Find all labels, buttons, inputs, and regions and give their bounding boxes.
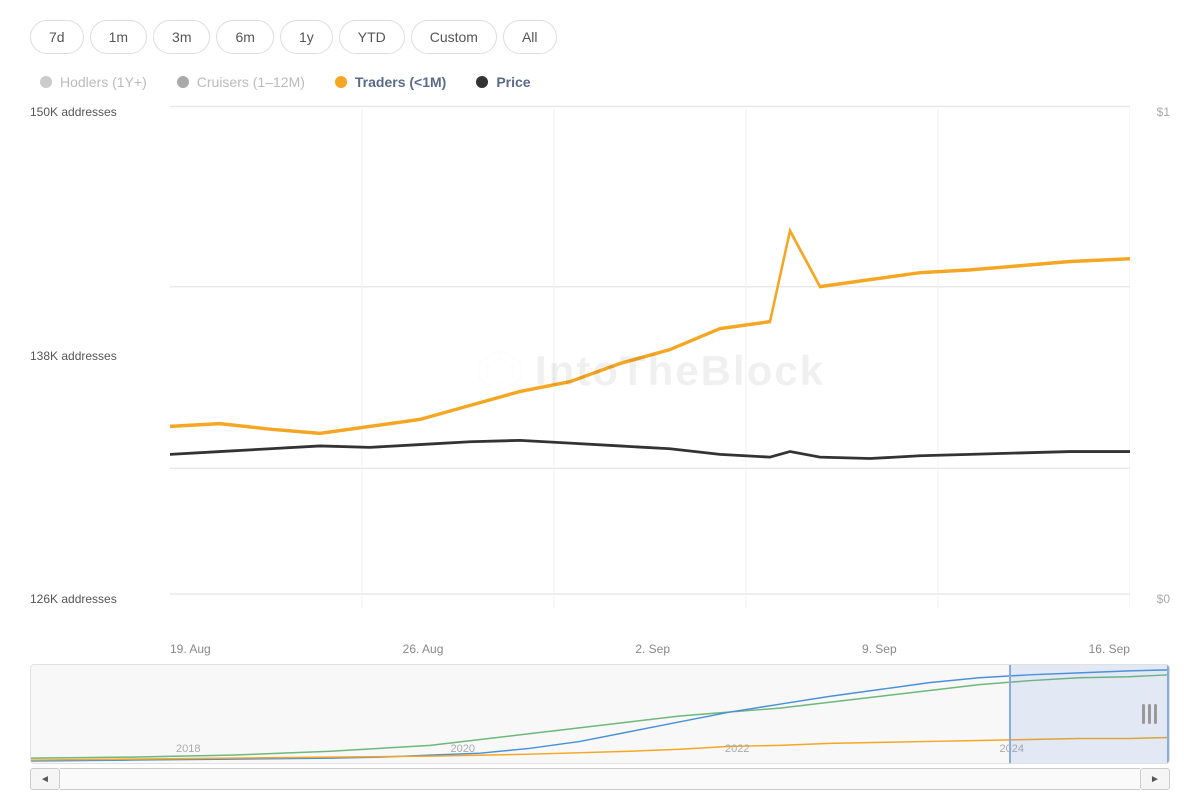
btn-6m[interactable]: 6m [216, 20, 273, 54]
scroll-track[interactable] [60, 768, 1140, 790]
x-label-0: 19. Aug [170, 642, 211, 656]
legend-traders[interactable]: Traders (<1M) [335, 74, 446, 90]
nav-year-labels: 2018 2020 2022 2024 [31, 743, 1169, 755]
x-label-2: 2. Sep [635, 642, 670, 656]
y-mid-label: 138K addresses [30, 349, 170, 363]
btn-7d[interactable]: 7d [30, 20, 84, 54]
btn-1m[interactable]: 1m [90, 20, 147, 54]
cruisers-dot [177, 76, 189, 88]
legend-cruisers[interactable]: Cruisers (1–12M) [177, 74, 305, 90]
btn-custom[interactable]: Custom [411, 20, 497, 54]
y-right-top-label: $1 [1157, 105, 1170, 119]
x-axis: 19. Aug 26. Aug 2. Sep 9. Sep 16. Sep [170, 636, 1130, 656]
btn-all[interactable]: All [503, 20, 557, 54]
y-axis-left: 150K addresses 138K addresses 126K addre… [30, 105, 170, 636]
navigator-area[interactable]: 2018 2020 2022 2024 [30, 664, 1170, 764]
hodlers-dot [40, 76, 52, 88]
price-label: Price [496, 74, 530, 90]
btn-3m[interactable]: 3m [153, 20, 210, 54]
btn-ytd[interactable]: YTD [339, 20, 405, 54]
traders-label: Traders (<1M) [355, 74, 446, 90]
scroll-right-button[interactable]: ► [1140, 768, 1170, 790]
chart-canvas[interactable]: IntoTheBlock [170, 105, 1130, 636]
resize-bar-2 [1148, 704, 1151, 724]
main-svg-chart [170, 105, 1130, 636]
nav-year-2022: 2022 [725, 743, 749, 755]
y-bottom-label: 126K addresses [30, 592, 170, 606]
x-label-1: 26. Aug [403, 642, 444, 656]
nav-year-2020: 2020 [451, 743, 475, 755]
nav-year-2018: 2018 [176, 743, 200, 755]
y-axis-right: $1 $0 [1130, 105, 1170, 636]
time-range-toolbar: 7d 1m 3m 6m 1y YTD Custom All [30, 20, 1170, 54]
price-dot [476, 76, 488, 88]
btn-1y[interactable]: 1y [280, 20, 333, 54]
x-label-3: 9. Sep [862, 642, 897, 656]
scroll-controls: ◄ ► [30, 768, 1170, 790]
resize-bar-1 [1142, 704, 1145, 724]
cruisers-label: Cruisers (1–12M) [197, 74, 305, 90]
hodlers-label: Hodlers (1Y+) [60, 74, 147, 90]
scroll-left-button[interactable]: ◄ [30, 768, 60, 790]
chart-with-axes: 150K addresses 138K addresses 126K addre… [30, 105, 1170, 636]
traders-dot [335, 76, 347, 88]
y-top-label: 150K addresses [30, 105, 170, 119]
legend-hodlers[interactable]: Hodlers (1Y+) [40, 74, 147, 90]
main-chart-area: 150K addresses 138K addresses 126K addre… [30, 105, 1170, 656]
resize-bar-3 [1154, 704, 1157, 724]
y-right-bottom-label: $0 [1157, 592, 1170, 606]
chart-legend: Hodlers (1Y+) Cruisers (1–12M) Traders (… [30, 74, 1170, 90]
legend-price[interactable]: Price [476, 74, 530, 90]
nav-scroll-handle[interactable] [1009, 665, 1169, 763]
main-container: 7d 1m 3m 6m 1y YTD Custom All Hodlers (1… [0, 0, 1200, 800]
x-label-4: 16. Sep [1089, 642, 1130, 656]
nav-resize-icon [1142, 704, 1157, 724]
